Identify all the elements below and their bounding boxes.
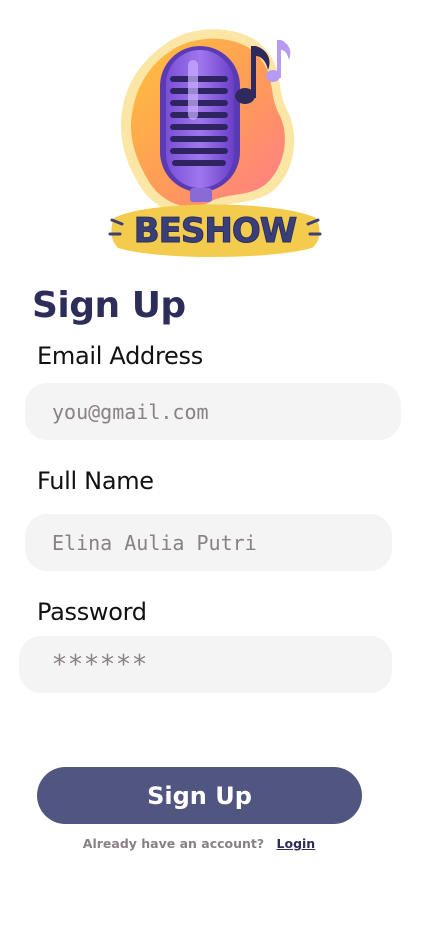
full-name-field[interactable] (25, 514, 392, 571)
login-link[interactable]: Login (277, 836, 316, 851)
password-field[interactable]: ****** (19, 636, 392, 693)
email-field[interactable] (25, 383, 401, 440)
beshow-logo: BESHOW (108, 20, 322, 260)
password-mask: ****** (53, 649, 149, 680)
login-question: Already have an account? (82, 836, 265, 851)
logo-wordmark: BESHOW (134, 211, 297, 251)
password-label: Password (37, 598, 147, 626)
full-name-label: Full Name (37, 467, 154, 495)
sign-up-button[interactable]: Sign Up (37, 767, 362, 824)
page-title: Sign Up (32, 285, 186, 326)
email-label: Email Address (37, 342, 203, 370)
login-prompt: Already have an account? Login (0, 835, 398, 853)
